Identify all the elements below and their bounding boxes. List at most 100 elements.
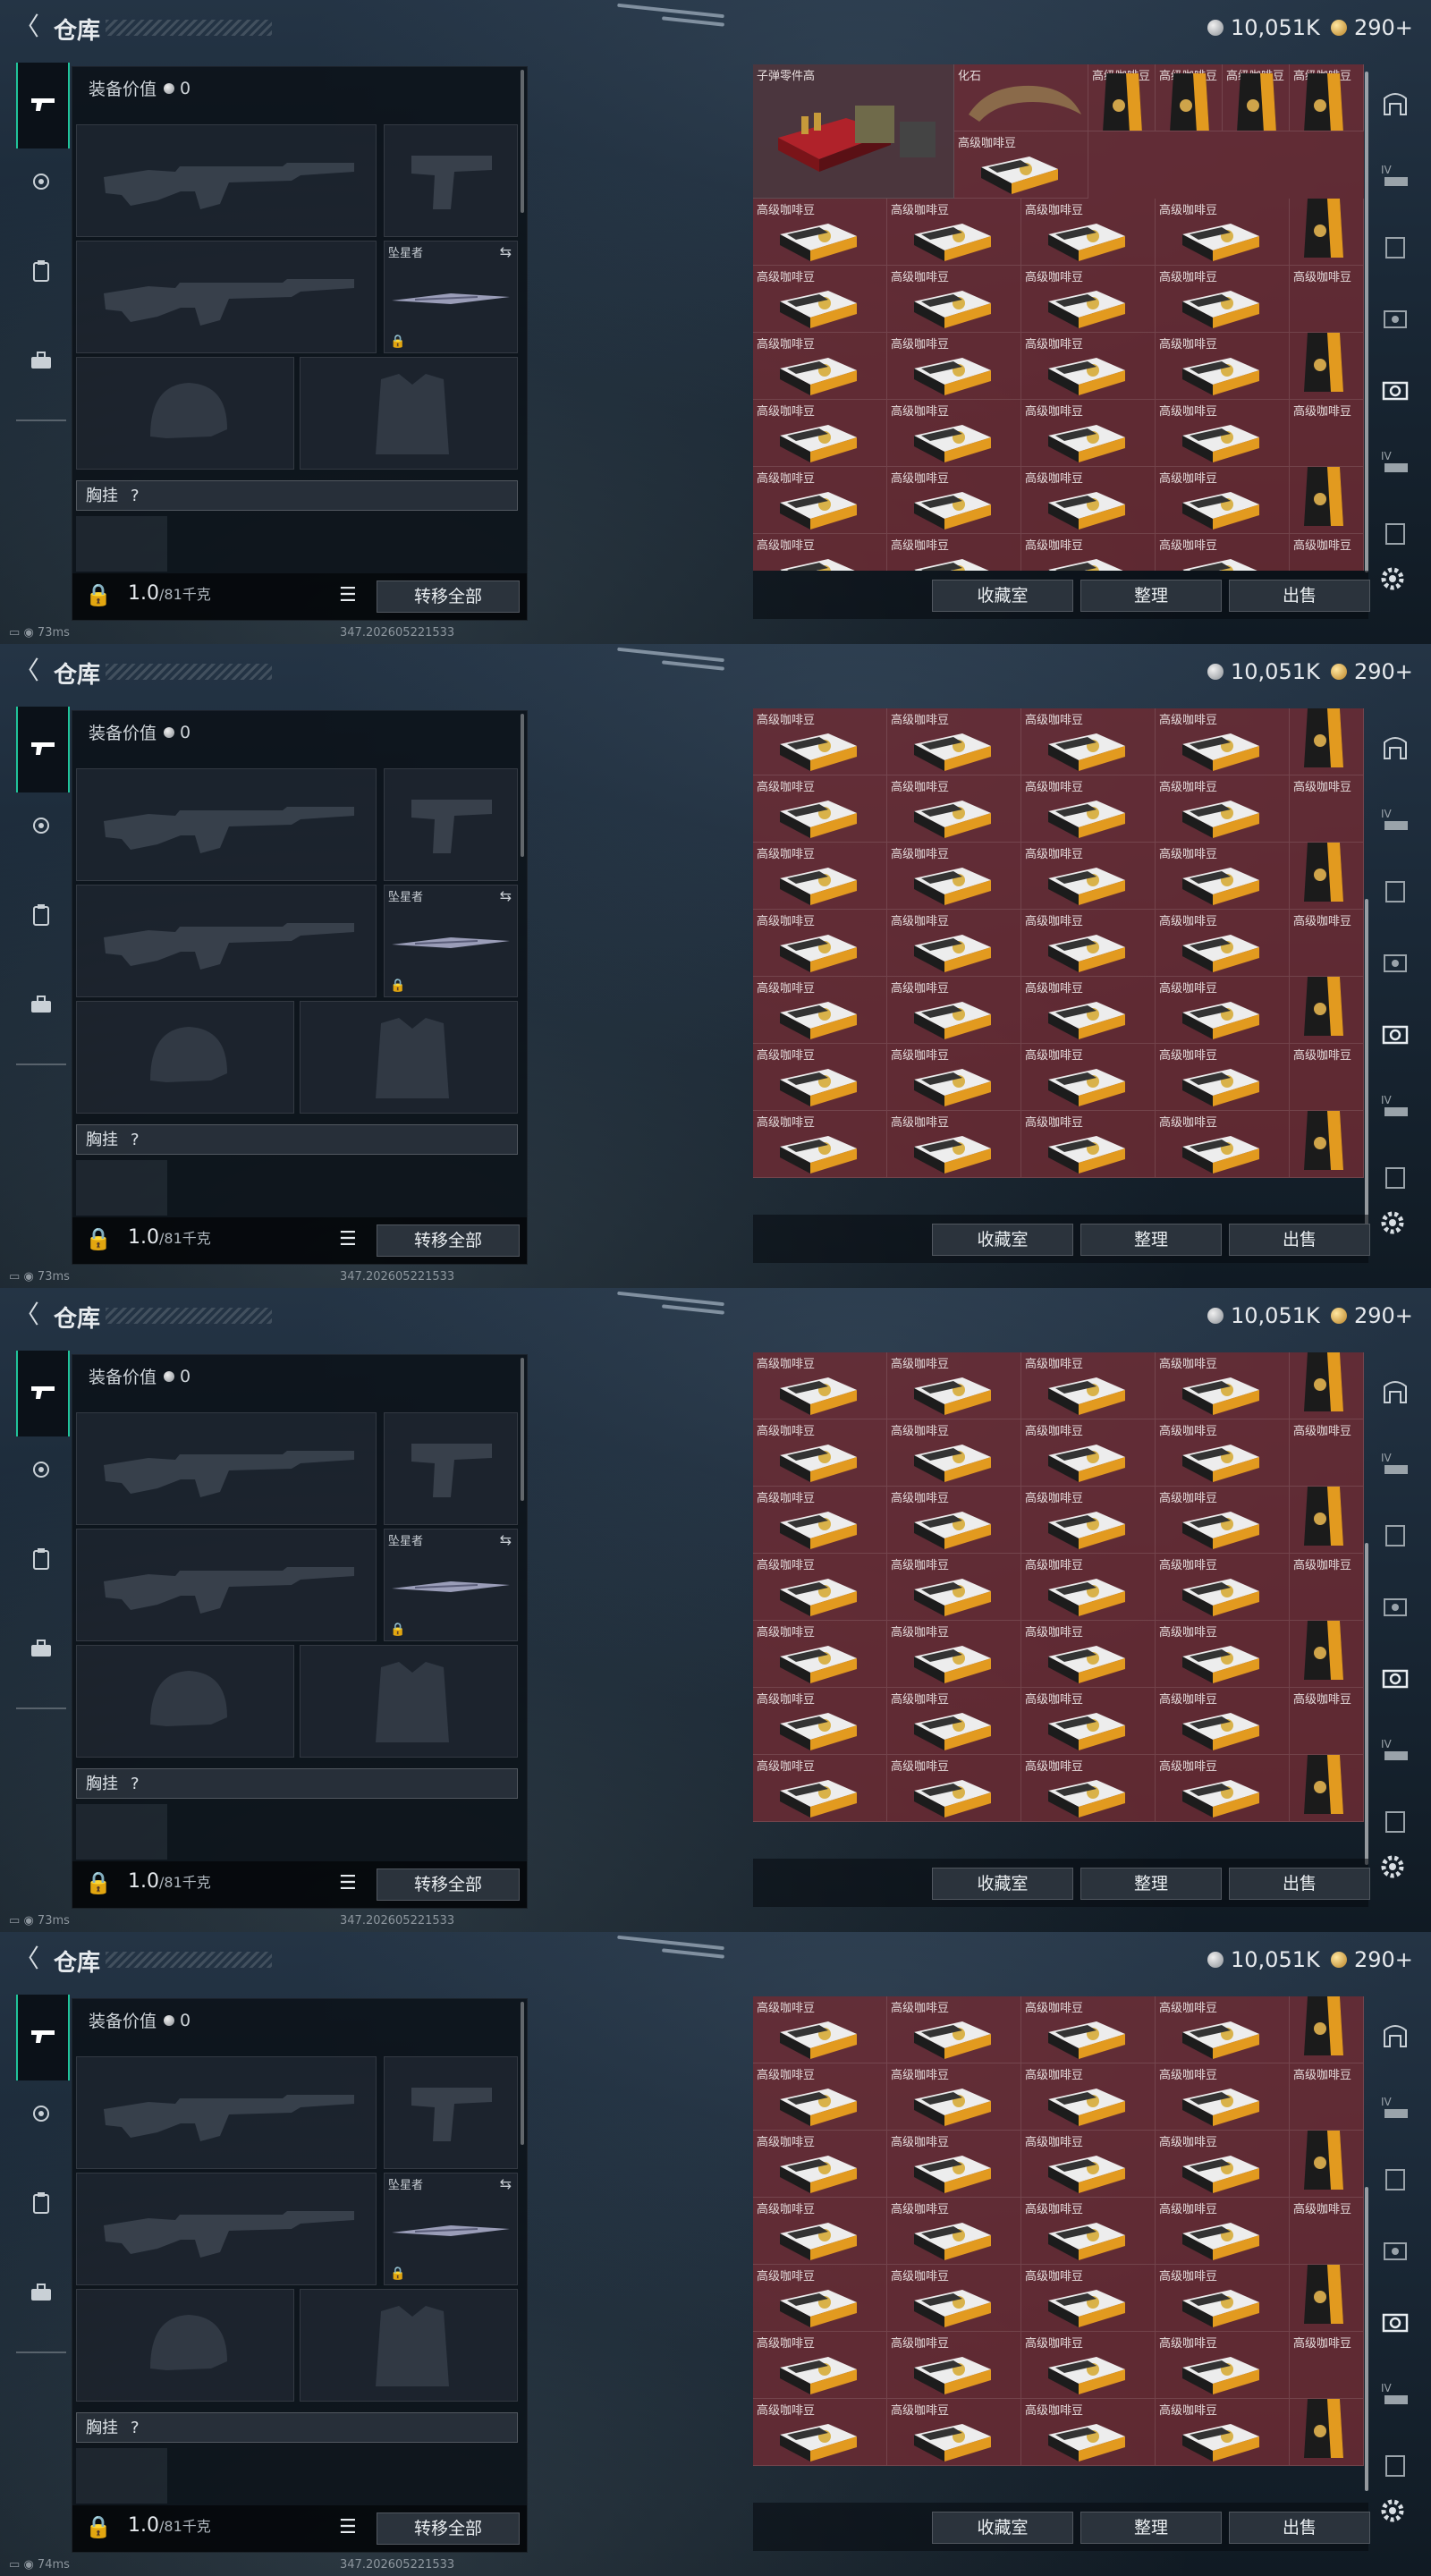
nav-weapons[interactable] (16, 63, 70, 148)
item-coffee-bag[interactable]: 高级咖啡豆 (1290, 775, 1364, 843)
item-coffee-box[interactable]: 高级咖啡豆 (1021, 199, 1156, 266)
transfer-all-button[interactable]: 转移全部 (377, 2512, 520, 2545)
stash-scrollbar[interactable] (1365, 72, 1368, 572)
item-coffee-box[interactable]: 高级咖啡豆 (1021, 1419, 1156, 1487)
item-coffee-box[interactable]: 高级咖啡豆 (753, 1419, 887, 1487)
sell-button[interactable]: 出售 (1229, 580, 1370, 612)
item-coffee-box[interactable]: 高级咖啡豆 (1021, 467, 1156, 534)
item-coffee-bag[interactable]: 高级咖啡豆 (1290, 534, 1364, 571)
item-coffee-bag[interactable]: 高级咖啡豆 (1290, 266, 1364, 333)
item-coffee-box[interactable]: 高级咖啡豆 (1021, 977, 1156, 1044)
item-coffee-box[interactable]: 高级咖啡豆 (753, 199, 887, 266)
armor-icon[interactable] (1376, 2016, 1415, 2055)
item-coffee-box[interactable]: 高级咖啡豆 (753, 1996, 887, 2063)
backpack-icon[interactable] (1376, 227, 1415, 267)
item-coffee-bag[interactable] (1290, 199, 1364, 266)
item-coffee-box[interactable]: 高级咖啡豆 (1156, 1111, 1290, 1178)
helmet-slot[interactable] (76, 1001, 294, 1114)
item-coffee-box[interactable]: 高级咖啡豆 (1021, 843, 1156, 910)
chest-rig-header[interactable]: 胸挂? (76, 480, 518, 511)
tier-iv-icon[interactable]: IV (1376, 800, 1415, 839)
stash-scrollbar[interactable] (1365, 1543, 1368, 1865)
item-coffee-box[interactable]: 高级咖啡豆 (887, 843, 1021, 910)
item-coffee-box[interactable]: 高级咖啡豆 (1021, 1487, 1156, 1554)
nav-weapons[interactable] (16, 1995, 70, 2080)
armor-slot[interactable] (300, 1645, 518, 1758)
nav-armor[interactable] (16, 787, 66, 868)
silver-currency[interactable]: 10,051K (1207, 1301, 1320, 1331)
armor-slot[interactable] (300, 2289, 518, 2402)
item-coffee-box[interactable]: 高级咖啡豆 (1021, 400, 1156, 467)
item-coffee-box[interactable]: 高级咖啡豆 (1021, 1621, 1156, 1688)
item-coffee-box[interactable]: 高级咖啡豆 (1156, 1352, 1290, 1419)
item-coffee-bag[interactable] (1290, 1487, 1364, 1554)
item-coffee-box[interactable]: 高级咖啡豆 (1156, 708, 1290, 775)
item-coffee-box[interactable]: 高级咖啡豆 (1021, 708, 1156, 775)
item-coffee-box[interactable]: 高级咖啡豆 (753, 467, 887, 534)
helmet-slot[interactable] (76, 2289, 294, 2402)
camera-icon[interactable] (1376, 370, 1415, 410)
stash-scrollbar[interactable] (1365, 899, 1368, 1248)
list-icon[interactable]: ☰ (339, 2516, 357, 2538)
item-coffee-box[interactable]: 高级咖啡豆 (753, 1621, 887, 1688)
item-coffee-box[interactable]: 高级咖啡豆 (753, 775, 887, 843)
item-coffee-box[interactable]: 高级咖啡豆 (1021, 910, 1156, 977)
item-coffee-bag[interactable] (1290, 1111, 1364, 1178)
nav-armor[interactable] (16, 143, 66, 224)
item-coffee-box[interactable]: 高级咖啡豆 (887, 266, 1021, 333)
item-coffee-bag[interactable] (1290, 1996, 1364, 2063)
item-coffee-box[interactable]: 高级咖啡豆 (753, 910, 887, 977)
armor-icon[interactable] (1376, 728, 1415, 767)
list-icon[interactable]: ☰ (339, 1872, 357, 1894)
sell-button[interactable]: 出售 (1229, 2512, 1370, 2544)
collection-button[interactable]: 收藏室 (932, 1868, 1073, 1900)
item-coffee-bag[interactable]: 高级咖啡豆 (1223, 64, 1290, 131)
tier-iv-icon[interactable]: IV (1376, 156, 1415, 195)
gear-icon[interactable] (1377, 2496, 1408, 2526)
vest-icon[interactable] (1376, 943, 1415, 982)
tier-iv-icon[interactable]: IV (1376, 1444, 1415, 1483)
nav-consumables[interactable] (16, 2165, 66, 2245)
tier-iv-icon-2[interactable]: IV (1376, 2374, 1415, 2413)
item-coffee-box[interactable]: 高级咖啡豆 (1156, 199, 1290, 266)
tier-iv-icon-2[interactable]: IV (1376, 442, 1415, 481)
item-coffee-bag[interactable] (1290, 1621, 1364, 1688)
armor-icon[interactable] (1376, 84, 1415, 123)
item-coffee-bag[interactable] (1290, 843, 1364, 910)
item-coffee-box[interactable]: 高级咖啡豆 (887, 2131, 1021, 2198)
armor-slot[interactable] (300, 357, 518, 470)
item-coffee-bag[interactable] (1290, 2399, 1364, 2466)
item-coffee-box[interactable]: 高级咖啡豆 (753, 2399, 887, 2466)
nav-weapons[interactable] (16, 707, 70, 792)
nav-keys[interactable] (16, 1610, 66, 1690)
transfer-all-button[interactable]: 转移全部 (377, 580, 520, 613)
collection-button[interactable]: 收藏室 (932, 580, 1073, 612)
nav-armor[interactable] (16, 1431, 66, 1512)
item-coffee-box[interactable]: 高级咖啡豆 (1021, 1044, 1156, 1111)
item-coffee-box[interactable]: 高级咖啡豆 (887, 910, 1021, 977)
item-coffee-box[interactable]: 高级咖啡豆 (1156, 266, 1290, 333)
silver-currency[interactable]: 10,051K (1207, 657, 1320, 687)
item-coffee-bag[interactable]: 高级咖啡豆 (1290, 1688, 1364, 1755)
item-coffee-bag[interactable] (1290, 1352, 1364, 1419)
item-coffee-box[interactable]: 高级咖啡豆 (753, 400, 887, 467)
pistol-slot[interactable] (384, 768, 518, 881)
item-coffee-box[interactable]: 高级咖啡豆 (1156, 977, 1290, 1044)
item-coffee-box[interactable]: 高级咖啡豆 (887, 2198, 1021, 2265)
pistol-slot[interactable] (384, 1412, 518, 1525)
chest-rig-header[interactable]: 胸挂? (76, 2412, 518, 2443)
item-bullet-parts[interactable]: 子弹零件高 (753, 64, 954, 199)
pack-icon[interactable] (1376, 1157, 1415, 1197)
armor-icon[interactable] (1376, 1372, 1415, 1411)
melee-slot[interactable]: 坠星者 ⇆ 🔒 (384, 241, 518, 353)
list-icon[interactable]: ☰ (339, 1228, 357, 1250)
item-coffee-bag[interactable]: 高级咖啡豆 (1290, 64, 1364, 131)
swap-icon[interactable]: ⇆ (500, 887, 512, 904)
item-coffee-box[interactable]: 高级咖啡豆 (1021, 333, 1156, 400)
item-fossil[interactable]: 化石 (954, 64, 1088, 131)
item-coffee-box[interactable]: 高级咖啡豆 (887, 1487, 1021, 1554)
chest-rig-slot[interactable] (76, 2448, 167, 2504)
item-coffee-box[interactable]: 高级咖啡豆 (1156, 1044, 1290, 1111)
gear-icon[interactable] (1377, 1208, 1408, 1238)
pack-icon[interactable] (1376, 513, 1415, 553)
